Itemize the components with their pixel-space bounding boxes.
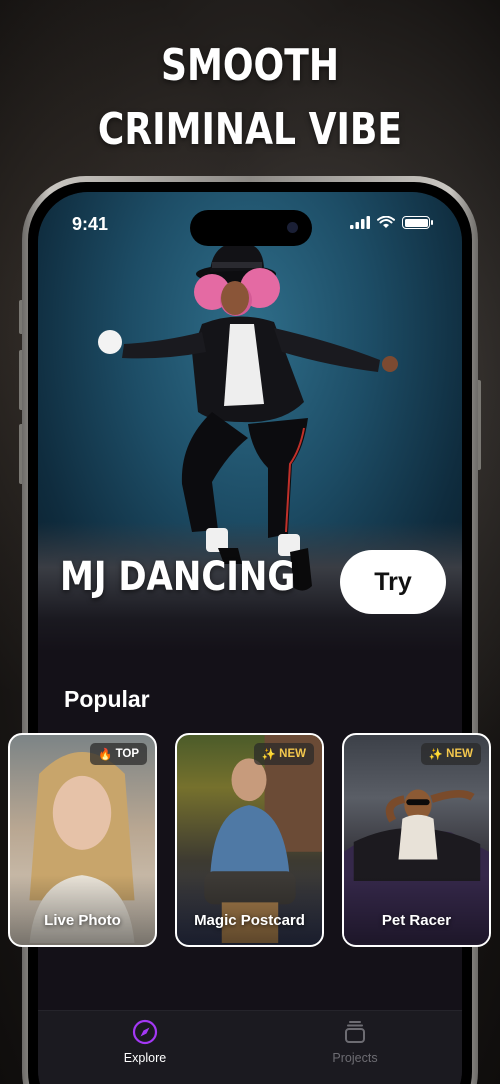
sparkle-icon: ✨ bbox=[428, 749, 444, 761]
bottom-tab-bar: Explore Projects bbox=[38, 1010, 462, 1084]
phone-frame: 9:41 MJ DANCING Try Popular Explore Proj… bbox=[22, 176, 478, 1084]
sparkle-icon: ✨ bbox=[261, 749, 277, 761]
headline-line-1: SMOOTH bbox=[160, 40, 340, 91]
try-button[interactable]: Try bbox=[340, 550, 446, 614]
hero-title: MJ DANCING bbox=[60, 554, 296, 600]
hero-banner[interactable]: 9:41 MJ DANCING Try bbox=[38, 192, 462, 652]
tab-projects-label: Projects bbox=[332, 1051, 378, 1065]
card-magic-postcard-badge: ✨ NEW bbox=[253, 743, 314, 765]
popular-section-title: Popular bbox=[64, 686, 150, 712]
status-bar: 9:41 bbox=[38, 210, 462, 246]
compass-icon bbox=[132, 1019, 158, 1045]
tab-explore[interactable]: Explore bbox=[85, 1019, 205, 1065]
camera-icon bbox=[287, 222, 298, 233]
tab-explore-label: Explore bbox=[123, 1051, 167, 1065]
card-pet-racer-label: Pet Racer bbox=[381, 912, 452, 929]
dynamic-island bbox=[190, 210, 312, 246]
card-live-photo-label: Live Photo bbox=[44, 912, 121, 929]
app-screen: 9:41 MJ DANCING Try Popular Explore Proj… bbox=[38, 192, 462, 1084]
stack-icon bbox=[345, 1021, 365, 1043]
card-live-photo[interactable]: 🔥 TOP Live Photo bbox=[8, 733, 157, 947]
card-pet-racer-badge: ✨ NEW bbox=[420, 743, 481, 765]
card-pet-racer[interactable]: ✨ NEW Pet Racer bbox=[342, 733, 491, 947]
fire-icon: 🔥 bbox=[98, 749, 113, 761]
headline-line-2: CRIMINAL VIBE bbox=[97, 104, 403, 155]
tab-projects[interactable]: Projects bbox=[295, 1019, 415, 1065]
card-live-photo-badge: 🔥 TOP bbox=[90, 743, 147, 765]
wifi-icon bbox=[377, 216, 395, 228]
card-magic-postcard-label: Magic Postcard bbox=[194, 912, 305, 929]
battery-icon bbox=[402, 216, 433, 229]
promo-headline: SMOOTH CRIMINAL VIBE bbox=[45, 34, 455, 162]
status-time: 9:41 bbox=[72, 214, 109, 234]
card-magic-postcard[interactable]: ✨ NEW Magic Postcard bbox=[175, 733, 324, 947]
signal-icon bbox=[350, 216, 370, 229]
